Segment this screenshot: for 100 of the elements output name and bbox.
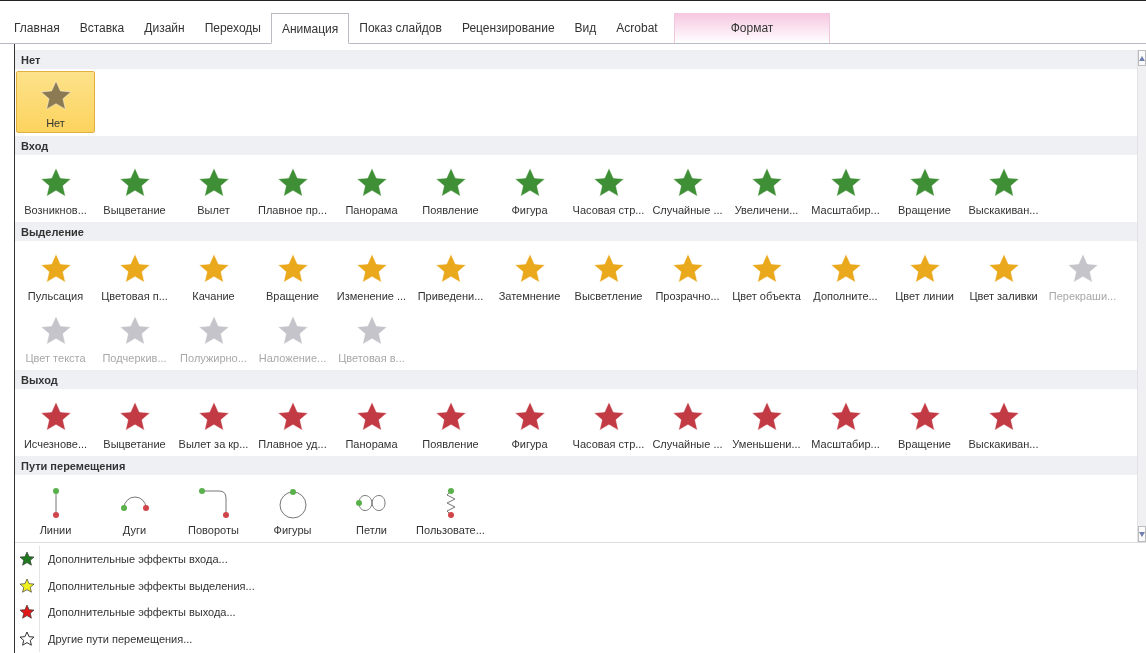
effect-item[interactable]: Вылет за кр...: [174, 391, 253, 453]
ribbon-tab[interactable]: Вид: [564, 13, 607, 43]
effect-item[interactable]: Качание: [174, 243, 253, 305]
effect-item[interactable]: Вращение: [885, 391, 964, 453]
menu-item[interactable]: Дополнительные эффекты выхода...: [48, 606, 236, 619]
effect-item[interactable]: Прозрачно...: [648, 243, 727, 305]
star-icon: [591, 400, 626, 434]
section-header: Вход: [15, 136, 1137, 155]
ribbon-tab[interactable]: Дизайн: [134, 13, 195, 43]
effect-item[interactable]: Цвет линии: [885, 243, 964, 305]
star-icon: [38, 166, 73, 200]
star-icon: [433, 252, 468, 286]
effect-item[interactable]: Случайные ...: [648, 391, 727, 453]
star-icon: [986, 252, 1021, 286]
effect-item[interactable]: Дуги: [95, 477, 174, 539]
ribbon-tab[interactable]: Acrobat: [606, 13, 668, 43]
star-icon: [275, 166, 310, 200]
effect-item[interactable]: Случайные ...: [648, 157, 727, 219]
effect-item[interactable]: Часовая стр...: [569, 391, 648, 453]
star-icon: [749, 166, 784, 200]
effect-item[interactable]: Цветовая п...: [95, 243, 174, 305]
star-icon: [670, 400, 705, 434]
star-icon: [196, 400, 231, 434]
effect-item[interactable]: Нет: [16, 71, 95, 133]
star-outline-icon: [19, 630, 35, 647]
effect-item[interactable]: Появление: [411, 157, 490, 219]
effect-item[interactable]: Пользовате...: [411, 477, 490, 539]
star-icon: [433, 400, 468, 434]
ribbon-tab[interactable]: Вставка: [69, 13, 135, 43]
star-icon: [749, 252, 784, 286]
effect-item[interactable]: Исчезнове...: [16, 391, 95, 453]
star-icon: [670, 252, 705, 286]
effect-item[interactable]: Вращение: [253, 243, 332, 305]
effect-item[interactable]: Цвет объекта: [727, 243, 806, 305]
star-icon: [828, 252, 863, 286]
star-icon: [38, 79, 73, 113]
star-icon: [986, 166, 1021, 200]
star-icon: [117, 400, 152, 434]
section-header: Выделение: [15, 222, 1137, 241]
effect-item[interactable]: Выскакиван...: [964, 157, 1043, 219]
ribbon-tab[interactable]: Формат: [673, 13, 831, 43]
effect-item[interactable]: Плавное уд...: [253, 391, 332, 453]
section-header: Выход: [15, 370, 1137, 389]
scroll-up-icon: [1139, 55, 1145, 61]
effect-item[interactable]: Увеличени...: [727, 157, 806, 219]
star-icon: [512, 166, 547, 200]
ribbon-tab[interactable]: Рецензирование: [451, 13, 565, 43]
section-header: Пути перемещения: [15, 456, 1137, 475]
effect-item[interactable]: Панорама: [332, 391, 411, 453]
star-icon: [117, 166, 152, 200]
effect-item[interactable]: Вылет: [174, 157, 253, 219]
motion-path-icon: [50, 486, 61, 520]
effect-item[interactable]: Панорама: [332, 157, 411, 219]
effect-item[interactable]: Выскакиван...: [964, 391, 1043, 453]
star-icon: [19, 604, 35, 621]
effect-item[interactable]: Вращение: [885, 157, 964, 219]
menu-item[interactable]: Дополнительные эффекты входа...: [48, 553, 228, 566]
effect-item[interactable]: Петли: [332, 477, 411, 539]
star-icon: [433, 166, 468, 200]
star-icon: [670, 166, 705, 200]
effect-item[interactable]: Возникнов...: [16, 157, 95, 219]
effect-item[interactable]: Линии: [16, 477, 95, 539]
effect-item[interactable]: Масштабир...: [806, 157, 885, 219]
effect-item[interactable]: Появление: [411, 391, 490, 453]
effect-item[interactable]: Плавное пр...: [253, 157, 332, 219]
effect-item[interactable]: Выцветание: [95, 391, 174, 453]
star-icon: [275, 252, 310, 286]
section-header: Нет: [15, 50, 1137, 69]
effect-item[interactable]: Уменьшени...: [727, 391, 806, 453]
ribbon-tab[interactable]: Анимация: [270, 13, 350, 44]
star-icon: [907, 252, 942, 286]
ribbon-tab[interactable]: Главная: [4, 13, 70, 43]
effect-item[interactable]: Часовая стр...: [569, 157, 648, 219]
ribbon-tab[interactable]: Показ слайдов: [349, 13, 452, 43]
effect-item[interactable]: Изменение ...: [332, 243, 411, 305]
effect-item[interactable]: Высветление: [569, 243, 648, 305]
effect-item[interactable]: Пульсация: [16, 243, 95, 305]
star-icon: [38, 252, 73, 286]
effect-item[interactable]: Затемнение: [490, 243, 569, 305]
effect-item[interactable]: Фигура: [490, 391, 569, 453]
star-icon: [354, 252, 389, 286]
ribbon-tab[interactable]: Переходы: [194, 13, 271, 43]
effect-item[interactable]: Масштабир...: [806, 391, 885, 453]
effect-item[interactable]: Фигуры: [253, 477, 332, 539]
effect-item[interactable]: Выцветание: [95, 157, 174, 219]
star-icon: [19, 551, 35, 568]
effect-item[interactable]: Дополните...: [806, 243, 885, 305]
scrollbar[interactable]: [1137, 50, 1146, 542]
star-icon: [591, 252, 626, 286]
star-icon: [354, 400, 389, 434]
effect-item[interactable]: Повороты: [174, 477, 253, 539]
star-icon: [591, 166, 626, 200]
menu-item[interactable]: Другие пути перемещения...: [48, 632, 193, 645]
star-icon: [196, 252, 231, 286]
effect-item[interactable]: Цвет заливки: [964, 243, 1043, 305]
menu-item[interactable]: Дополнительные эффекты выделения...: [48, 579, 255, 592]
scroll-down-icon: [1139, 531, 1145, 537]
star-icon: [749, 400, 784, 434]
effect-item[interactable]: Фигура: [490, 157, 569, 219]
effect-item[interactable]: Приведени...: [411, 243, 490, 305]
